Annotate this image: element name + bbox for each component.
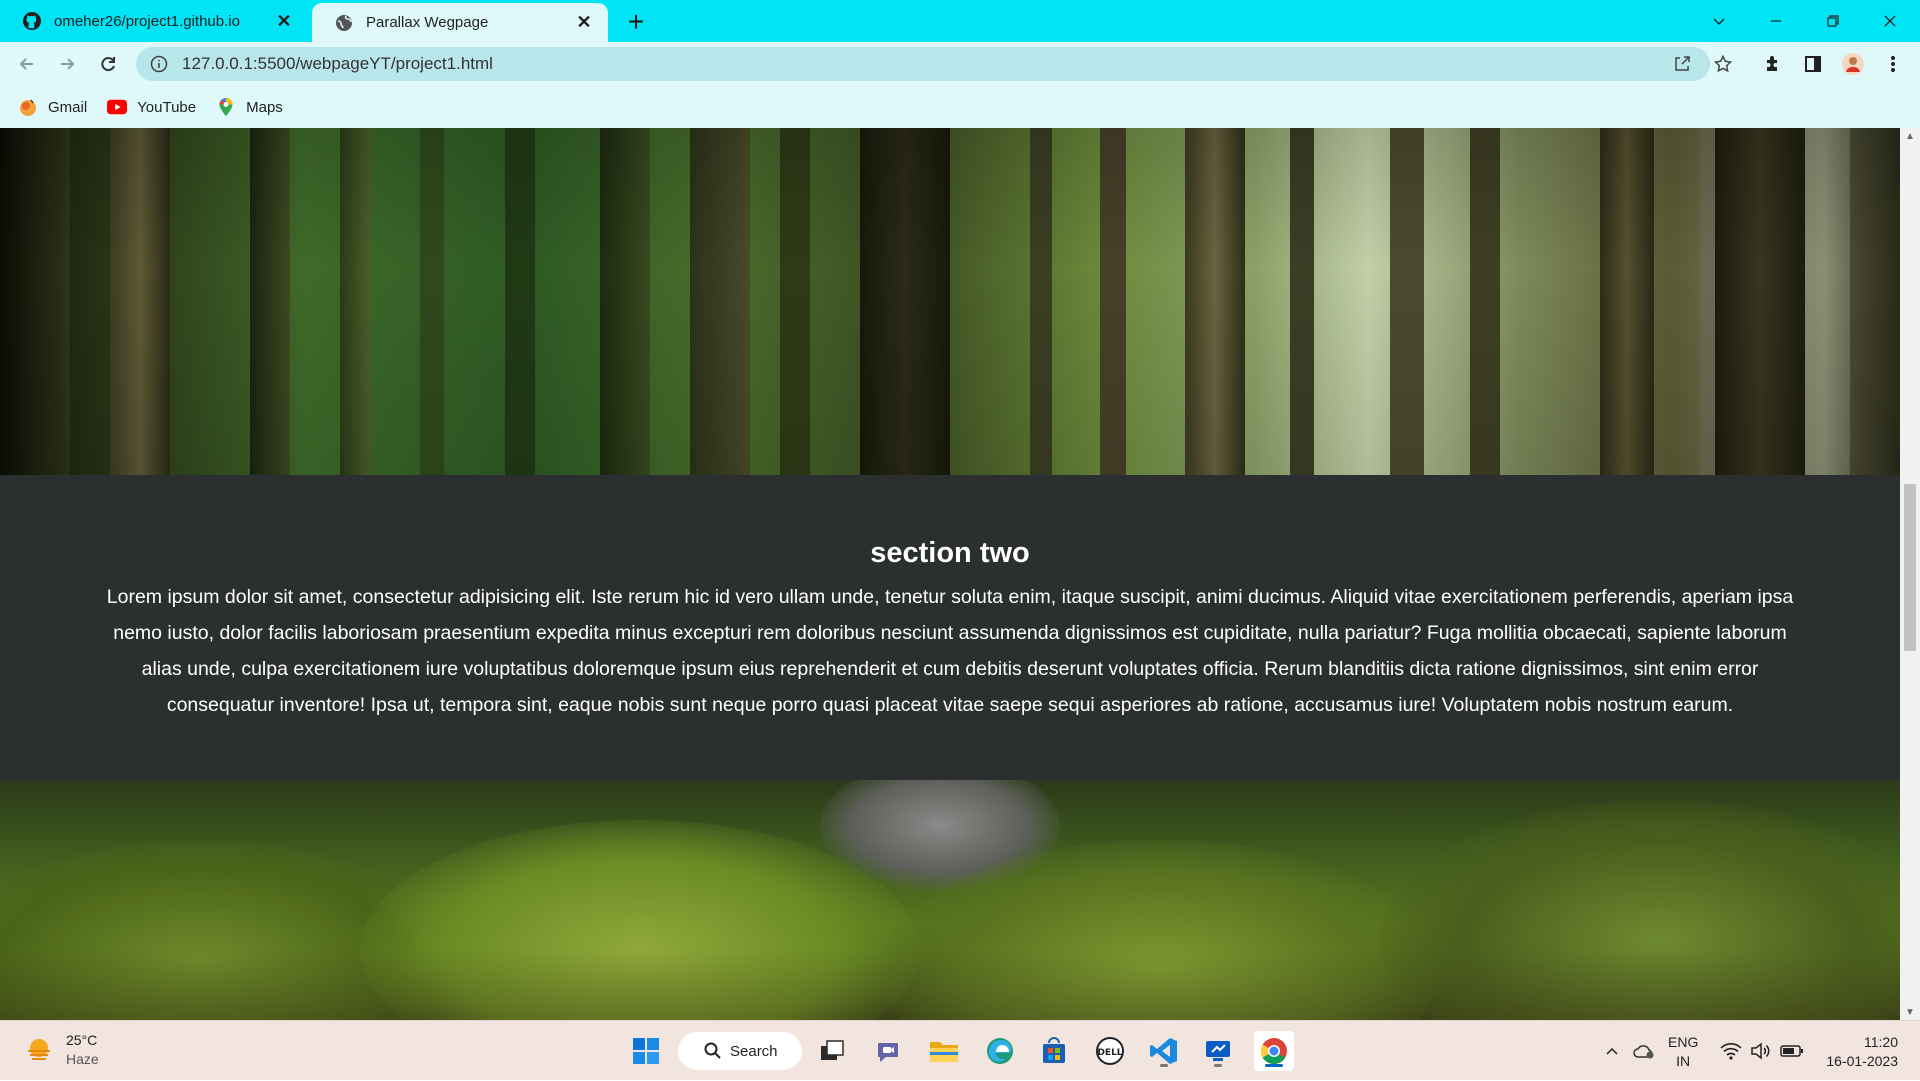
share-icon[interactable] xyxy=(1668,50,1696,78)
remote-icon[interactable] xyxy=(1198,1031,1238,1071)
moss-image xyxy=(0,780,1900,1020)
store-icon[interactable] xyxy=(1034,1031,1074,1071)
site-info-icon[interactable] xyxy=(150,55,168,73)
scroll-down-icon[interactable]: ▼ xyxy=(1900,1004,1920,1020)
forward-button[interactable] xyxy=(51,48,83,80)
bookmark-label: Maps xyxy=(246,98,283,116)
bookmark-label: YouTube xyxy=(137,98,197,116)
start-icon[interactable] xyxy=(626,1031,666,1071)
dell-icon[interactable]: DELL xyxy=(1090,1031,1130,1071)
chevron-up-icon[interactable] xyxy=(1600,1021,1624,1081)
restore-button[interactable] xyxy=(1805,0,1861,42)
maps-icon xyxy=(216,97,236,117)
reload-button[interactable] xyxy=(92,48,124,80)
side-panel-icon[interactable] xyxy=(1799,50,1827,78)
section-heading: section two xyxy=(870,537,1030,569)
search-label: Search xyxy=(730,1042,778,1060)
sun-haze-icon xyxy=(24,1035,54,1065)
gmail-icon xyxy=(18,97,38,117)
section-body-text: Lorem ipsum dolor sit amet, consectetur … xyxy=(106,586,1794,716)
tab-close-icon[interactable]: ✕ xyxy=(574,12,594,33)
profile-avatar[interactable] xyxy=(1839,50,1867,78)
running-indicator xyxy=(1214,1064,1222,1067)
battery-icon[interactable] xyxy=(1778,1021,1806,1081)
bookmark-maps[interactable]: Maps xyxy=(216,97,283,117)
tab-strip: omeher26/project1.github.io ✕ Parallax W… xyxy=(0,0,1920,42)
onedrive-icon[interactable] xyxy=(1630,1021,1658,1081)
minimize-button[interactable] xyxy=(1748,0,1804,42)
bookmark-gmail[interactable]: Gmail xyxy=(18,97,87,117)
teams-chat-icon[interactable] xyxy=(868,1031,908,1071)
wifi-icon[interactable] xyxy=(1718,1021,1744,1081)
url-text: 127.0.0.1:5500/webpageYT/project1.html xyxy=(182,54,493,73)
section-two: section two Lorem ipsum dolor sit amet, … xyxy=(0,475,1900,780)
weather-widget[interactable]: 25°C Haze xyxy=(24,1031,99,1069)
forest-image xyxy=(0,128,1900,475)
task-view-icon[interactable] xyxy=(812,1031,852,1071)
language-indicator[interactable]: ENG IN xyxy=(1668,1033,1698,1071)
taskbar-search[interactable]: Search xyxy=(678,1032,802,1070)
bookmark-star-icon[interactable] xyxy=(1709,50,1737,78)
search-icon xyxy=(704,1042,721,1059)
address-bar[interactable]: 127.0.0.1:5500/webpageYT/project1.html xyxy=(136,47,1710,81)
weather-condition: Haze xyxy=(66,1051,99,1067)
file-explorer-icon[interactable] xyxy=(924,1031,964,1071)
page-viewport: section two Lorem ipsum dolor sit amet, … xyxy=(0,128,1900,1020)
scroll-up-icon[interactable]: ▲ xyxy=(1900,128,1920,144)
weather-temp: 25°C xyxy=(66,1032,98,1048)
volume-icon[interactable] xyxy=(1748,1021,1774,1081)
close-window-button[interactable] xyxy=(1862,0,1918,42)
language-code: ENG xyxy=(1668,1034,1699,1050)
running-indicator xyxy=(1160,1064,1168,1067)
new-tab-button[interactable]: + xyxy=(622,8,650,36)
scrollbar-thumb[interactable] xyxy=(1904,484,1916,651)
language-region: IN xyxy=(1676,1053,1691,1069)
globe-icon xyxy=(334,13,354,33)
browser-toolbar: 127.0.0.1:5500/webpageYT/project1.html xyxy=(0,42,1920,86)
bookmark-youtube[interactable]: YouTube xyxy=(107,97,196,117)
youtube-icon xyxy=(107,97,128,117)
tab-title: omeher26/project1.github.io xyxy=(54,12,240,30)
menu-kebab-icon[interactable] xyxy=(1879,50,1907,78)
tab-close-icon[interactable]: ✕ xyxy=(274,11,294,31)
tab-parallax-webpage[interactable]: Parallax Wegpage ✕ xyxy=(312,3,608,42)
svg-text:DELL: DELL xyxy=(1097,1048,1122,1058)
vscode-icon[interactable] xyxy=(1144,1031,1184,1071)
bookmark-label: Gmail xyxy=(48,98,88,116)
clock-date: 16-01-2023 xyxy=(1826,1053,1898,1069)
running-indicator xyxy=(1265,1064,1283,1067)
extensions-icon[interactable] xyxy=(1759,50,1787,78)
tab-search-chevron-icon[interactable] xyxy=(1691,0,1747,42)
github-icon xyxy=(22,11,42,31)
bookmarks-bar: Gmail YouTube Maps xyxy=(0,86,1920,128)
tab-github-project[interactable]: omeher26/project1.github.io ✕ xyxy=(0,0,308,42)
edge-icon[interactable] xyxy=(980,1031,1020,1071)
page-scrollbar[interactable]: ▲ ▼ xyxy=(1900,128,1920,1020)
taskbar-clock[interactable]: 11:20 16-01-2023 xyxy=(1820,1033,1898,1071)
tab-title: Parallax Wegpage xyxy=(366,14,489,31)
clock-time: 11:20 xyxy=(1864,1034,1898,1050)
windows-taskbar: 25°C Haze Search DELL ENG IN 11:20 16-01… xyxy=(0,1020,1920,1080)
chrome-icon[interactable] xyxy=(1254,1031,1294,1071)
back-button[interactable] xyxy=(11,48,43,80)
